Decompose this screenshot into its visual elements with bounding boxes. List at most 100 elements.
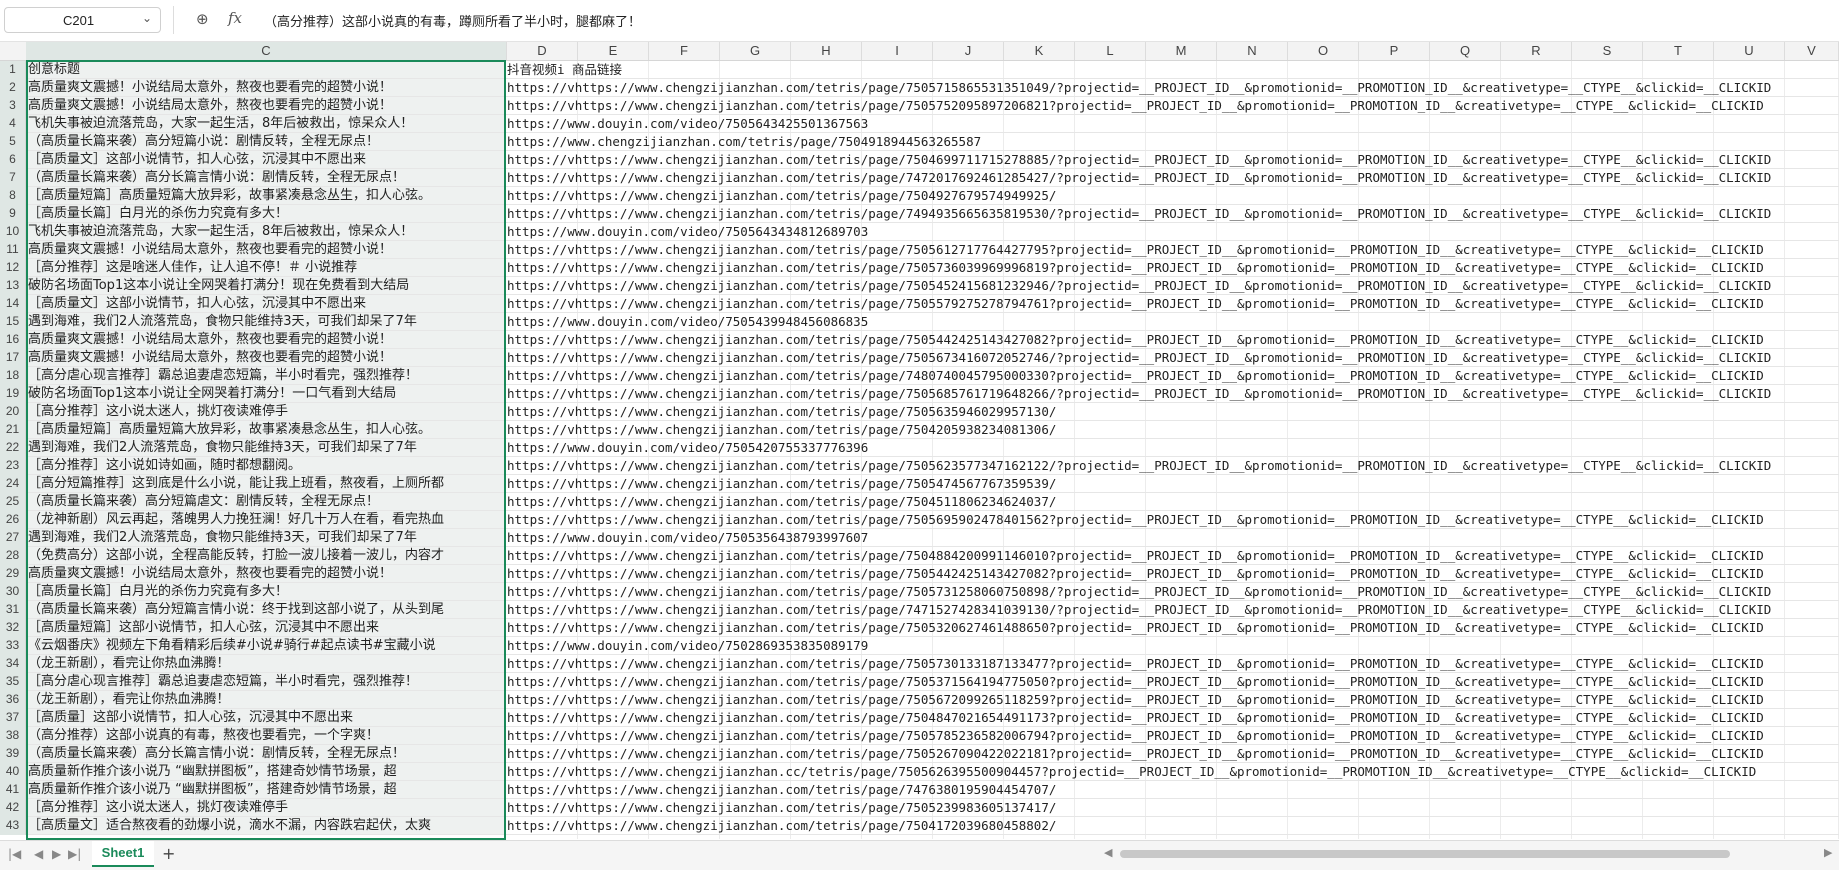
cell-link[interactable]: https://vhttps://www.chengzijianzhan.com… [507, 403, 1839, 420]
column-header-e[interactable]: E [578, 42, 649, 60]
zoom-icon[interactable]: ⊕ [196, 10, 209, 28]
horizontal-scrollbar[interactable] [1120, 850, 1730, 858]
cell-link[interactable]: https://vhttps://www.chengzijianzhan.com… [507, 367, 1839, 384]
cell-creative-title[interactable]: （高质量长篇来袭）高分长篇言情小说：剧情反转，全程无尿点！ [26, 169, 506, 186]
row-number[interactable]: 43 [0, 817, 26, 835]
row-number[interactable]: 35 [0, 673, 26, 691]
cell-creative-title[interactable]: （高质量长篇来袭）高分短篇虐文：剧情反转，全程无尿点！ [26, 493, 506, 510]
cell-link[interactable]: https://vhttps://www.chengzijianzhan.com… [507, 547, 1839, 564]
row-number[interactable]: 36 [0, 691, 26, 709]
cell-creative-title[interactable]: ［高质量短篇］高质量短篇大放异彩，故事紧凑悬念丛生，扣人心弦。 [26, 421, 506, 438]
cell-link[interactable]: https://www.douyin.com/video/75053564387… [507, 529, 1839, 546]
cell-creative-title[interactable]: （龙神新剧）风云再起，落魄男人力挽狂澜！好几十万人在看，看完热血 [26, 511, 506, 528]
cell-creative-title[interactable]: ［高质量文］这部小说情节，扣人心弦，沉浸其中不愿出来 [26, 295, 506, 312]
cell-link[interactable]: https://vhttps://www.chengzijianzhan.com… [507, 457, 1839, 474]
cell-link[interactable]: https://vhttps://www.chengzijianzhan.com… [507, 799, 1839, 816]
column-header-j[interactable]: J [933, 42, 1004, 60]
row-number[interactable]: 12 [0, 259, 26, 277]
row-number[interactable]: 5 [0, 133, 26, 151]
row-number[interactable]: 13 [0, 277, 26, 295]
row-number[interactable]: 41 [0, 781, 26, 799]
cell-link[interactable]: https://vhttps://www.chengzijianzhan.com… [507, 817, 1839, 834]
row-number[interactable]: 33 [0, 637, 26, 655]
cell-creative-title[interactable]: ［高质量］这部小说情节，扣人心弦，沉浸其中不愿出来 [26, 709, 506, 726]
row-number[interactable]: 1 [0, 61, 26, 79]
row-number[interactable]: 30 [0, 583, 26, 601]
cell-link[interactable]: https://vhttps://www.chengzijianzhan.com… [507, 421, 1839, 438]
name-box[interactable]: C201 ⌄ [4, 7, 161, 33]
row-number[interactable]: 11 [0, 241, 26, 259]
cell-creative-title[interactable]: ［高质量文］适合熬夜看的劲爆小说，滴水不漏，内容跌宕起伏，太爽 [26, 817, 506, 834]
cell-creative-title[interactable]: （高质量长篇来袭）高分短篇言情小说：终于找到这部小说了，从头到尾 [26, 601, 506, 618]
cell-link[interactable]: https://vhttps://www.chengzijianzhan.com… [507, 295, 1839, 312]
row-number[interactable]: 24 [0, 475, 26, 493]
cell-creative-title[interactable]: （高质量长篇来袭）高分短篇小说：剧情反转，全程无尿点！ [26, 133, 506, 150]
cell-link[interactable]: https://vhttps://www.chengzijianzhan.com… [507, 187, 1839, 204]
row-number[interactable]: 6 [0, 151, 26, 169]
cell-creative-title[interactable]: （龙王新剧），看完让你热血沸腾！ [26, 691, 506, 708]
cell-creative-title[interactable]: 高质量爽文震撼！小说结局太意外，熬夜也要看完的超赞小说！ [26, 241, 506, 258]
cell-creative-title[interactable]: 高质量爽文震撼！小说结局太意外，熬夜也要看完的超赞小说！ [26, 331, 506, 348]
row-number[interactable]: 37 [0, 709, 26, 727]
cell-creative-title[interactable]: 高质量新作推介该小说乃 “幽默拼图板”，搭建奇妙情节场景，超 [26, 763, 506, 780]
cell-creative-title[interactable]: ［高分虐心现言推荐］霸总追妻虐恋短篇，半小时看完，强烈推荐！ [26, 367, 506, 384]
row-number[interactable]: 40 [0, 763, 26, 781]
column-header-n[interactable]: N [1217, 42, 1288, 60]
cell-link[interactable]: https://vhttps://www.chengzijianzhan.com… [507, 709, 1839, 726]
row-number[interactable]: 2 [0, 79, 26, 97]
cell-link[interactable]: https://www.douyin.com/video/75054207553… [507, 439, 1839, 456]
cell-link[interactable]: https://vhttps://www.chengzijianzhan.cc/… [507, 763, 1839, 780]
cell-creative-title[interactable]: 高质量爽文震撼！小说结局太意外，熬夜也要看完的超赞小说！ [26, 79, 506, 96]
column-header-d[interactable]: D [507, 42, 578, 60]
chevron-down-icon[interactable]: ⌄ [142, 11, 152, 25]
cell-creative-title[interactable]: 《云烟番庆》视频左下角看精彩后续#小说#骑行#起点读书#宝藏小说 [26, 637, 506, 654]
cell-creative-title[interactable]: 破防名场面Top1这本小说让全网哭着打满分！一口气看到大结局 [26, 385, 506, 402]
row-number[interactable]: 29 [0, 565, 26, 583]
cell-link[interactable]: https://vhttps://www.chengzijianzhan.com… [507, 673, 1839, 690]
cell-creative-title[interactable]: 创意标题 [26, 61, 506, 78]
last-sheet-button[interactable]: ▶| [68, 847, 81, 861]
row-number[interactable]: 19 [0, 385, 26, 403]
row-number[interactable]: 22 [0, 439, 26, 457]
row-number[interactable]: 7 [0, 169, 26, 187]
row-number[interactable]: 14 [0, 295, 26, 313]
cell-creative-title[interactable]: 遇到海难，我们2人流落荒岛，食物只能维持3天，可我们却呆了7年 [26, 529, 506, 546]
row-number[interactable]: 21 [0, 421, 26, 439]
cell-creative-title[interactable]: ［高分推荐］这小说太迷人，挑灯夜读难停手 [26, 799, 506, 816]
cell-creative-title[interactable]: 高质量新作推介该小说乃 “幽默拼图板”，搭建奇妙情节场景，超 [26, 781, 506, 798]
cell-link[interactable]: https://vhttps://www.chengzijianzhan.com… [507, 151, 1839, 168]
cell-link[interactable]: https://www.douyin.com/video/75056434255… [507, 115, 1839, 132]
row-number[interactable]: 4 [0, 115, 26, 133]
column-header-p[interactable]: P [1359, 42, 1430, 60]
scroll-right-arrow[interactable]: ▶ [1824, 846, 1832, 859]
cell-creative-title[interactable]: 高质量爽文震撼！小说结局太意外，熬夜也要看完的超赞小说！ [26, 349, 506, 366]
cell-creative-title[interactable]: ［高质量短篇］这部小说情节，扣人心弦，沉浸其中不愿出来 [26, 619, 506, 636]
cell-creative-title[interactable]: ［高质量长篇］白月光的杀伤力究竟有多大！ [26, 205, 506, 222]
row-number[interactable]: 15 [0, 313, 26, 331]
column-header-l[interactable]: L [1075, 42, 1146, 60]
scroll-left-arrow[interactable]: ◀ [1104, 846, 1112, 859]
column-header-f[interactable]: F [649, 42, 720, 60]
cell-link[interactable]: https://vhttps://www.chengzijianzhan.com… [507, 493, 1839, 510]
row-number[interactable]: 3 [0, 97, 26, 115]
cell-link[interactable]: https://www.douyin.com/video/75056434348… [507, 223, 1839, 240]
cell-creative-title[interactable]: 飞机失事被迫流落荒岛，大家一起生活，8年后被救出，惊呆众人！ [26, 115, 506, 132]
row-number[interactable]: 17 [0, 349, 26, 367]
row-number[interactable]: 39 [0, 745, 26, 763]
row-number[interactable]: 8 [0, 187, 26, 205]
cell-link[interactable]: https://vhttps://www.chengzijianzhan.com… [507, 781, 1839, 798]
cell-link[interactable]: https://vhttps://www.chengzijianzhan.com… [507, 565, 1839, 582]
column-header-q[interactable]: Q [1430, 42, 1501, 60]
cell-link[interactable]: https://vhttps://www.chengzijianzhan.com… [507, 259, 1839, 276]
cell-link[interactable]: https://www.douyin.com/video/75054399484… [507, 313, 1839, 330]
add-sheet-button[interactable]: + [162, 844, 175, 863]
cell-link[interactable]: https://www.douyin.com/video/75028693538… [507, 637, 1839, 654]
column-header-v[interactable]: V [1785, 42, 1839, 60]
column-header-r[interactable]: R [1501, 42, 1572, 60]
cell-creative-title[interactable]: ［高分虐心现言推荐］霸总追妻虐恋短篇，半小时看完，强烈推荐！ [26, 673, 506, 690]
row-number[interactable]: 34 [0, 655, 26, 673]
cell-creative-title[interactable]: 遇到海难，我们2人流落荒岛，食物只能维持3天，可我们却呆了7年 [26, 313, 506, 330]
cell-creative-title[interactable]: ［高质量短篇］高质量短篇大放异彩，故事紧凑悬念丛生，扣人心弦。 [26, 187, 506, 204]
cell-creative-title[interactable]: 遇到海难，我们2人流落荒岛，食物只能维持3天，可我们却呆了7年 [26, 439, 506, 456]
cell-link[interactable]: https://vhttps://www.chengzijianzhan.com… [507, 727, 1839, 744]
